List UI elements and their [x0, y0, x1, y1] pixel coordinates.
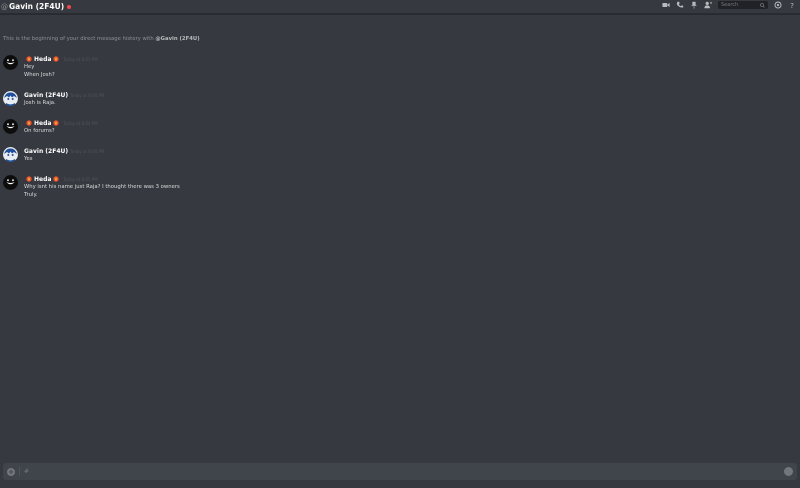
emoji-picker-icon[interactable] — [784, 467, 793, 476]
avatar-image — [3, 175, 18, 190]
plus-icon: + — [8, 467, 14, 476]
message-composer[interactable]: + # — [3, 463, 797, 480]
message-author[interactable]: Gavin (2F4U) — [24, 148, 68, 155]
message-text: Yes — [24, 156, 33, 162]
flame-icon — [53, 176, 60, 182]
flame-icon — [26, 176, 32, 182]
message-timestamp: Today at 8:04 PM — [63, 120, 98, 126]
avatar[interactable] — [3, 119, 18, 134]
add-user-icon[interactable] — [704, 1, 712, 9]
message-timestamp: Today at 8:04 PM — [70, 92, 105, 98]
flame-icon — [26, 56, 32, 62]
avatar-image — [3, 119, 18, 134]
mention-icon[interactable] — [774, 1, 782, 9]
intro-text: This is the beginning of your direct mes… — [3, 36, 156, 42]
avatar-image — [3, 55, 18, 70]
video-call-icon[interactable] — [662, 1, 670, 9]
message-text: Hey — [24, 64, 35, 70]
message-timestamp: Today at 8:05 PM — [63, 176, 98, 182]
composer-divider — [19, 467, 20, 476]
flame-icon — [53, 120, 60, 126]
avatar[interactable] — [3, 147, 18, 162]
flame-icon — [26, 120, 32, 126]
search-icon — [760, 2, 765, 8]
message-input-placeholder: # — [24, 468, 30, 475]
message-text: Truly. — [24, 192, 38, 198]
title-bar: @ Gavin (2F4U) Search ? — [0, 0, 800, 14]
message-text: When Josh? — [24, 72, 55, 78]
help-icon[interactable]: ? — [788, 1, 796, 9]
message-text: Why isnt his name just Raja? I thought t… — [24, 184, 180, 190]
avatar[interactable] — [3, 55, 18, 70]
message-timestamp: Today at 8:03 PM — [63, 56, 98, 62]
avatar[interactable] — [3, 175, 18, 190]
search-placeholder: Search — [721, 2, 739, 8]
dm-title: Gavin (2F4U) — [9, 2, 65, 11]
intro-mention: @Gavin (2F4U) — [155, 36, 200, 42]
message-text: On forums? — [24, 128, 55, 134]
message-timestamp: Today at 8:04 PM — [70, 148, 105, 154]
avatar-image — [3, 147, 18, 162]
message-author[interactable]: Heda — [34, 56, 51, 63]
voice-call-icon[interactable] — [676, 1, 684, 9]
avatar[interactable] — [3, 91, 18, 106]
at-symbol: @ — [1, 2, 8, 11]
message-text: Josh is Raja. — [24, 100, 56, 106]
avatar-image — [3, 91, 18, 106]
upload-button[interactable]: + — [7, 467, 15, 476]
svg-text:?: ? — [790, 1, 794, 9]
dm-intro: This is the beginning of your direct mes… — [3, 36, 200, 42]
pin-icon[interactable] — [690, 1, 698, 9]
message-author[interactable]: Gavin (2F4U) — [24, 92, 68, 99]
message-author[interactable]: Heda — [34, 120, 51, 127]
search-input[interactable]: Search — [718, 1, 768, 9]
flame-icon — [53, 56, 60, 62]
status-indicator — [67, 4, 72, 9]
toolbar: Search ? — [662, 1, 796, 9]
message-author[interactable]: Heda — [34, 176, 51, 183]
